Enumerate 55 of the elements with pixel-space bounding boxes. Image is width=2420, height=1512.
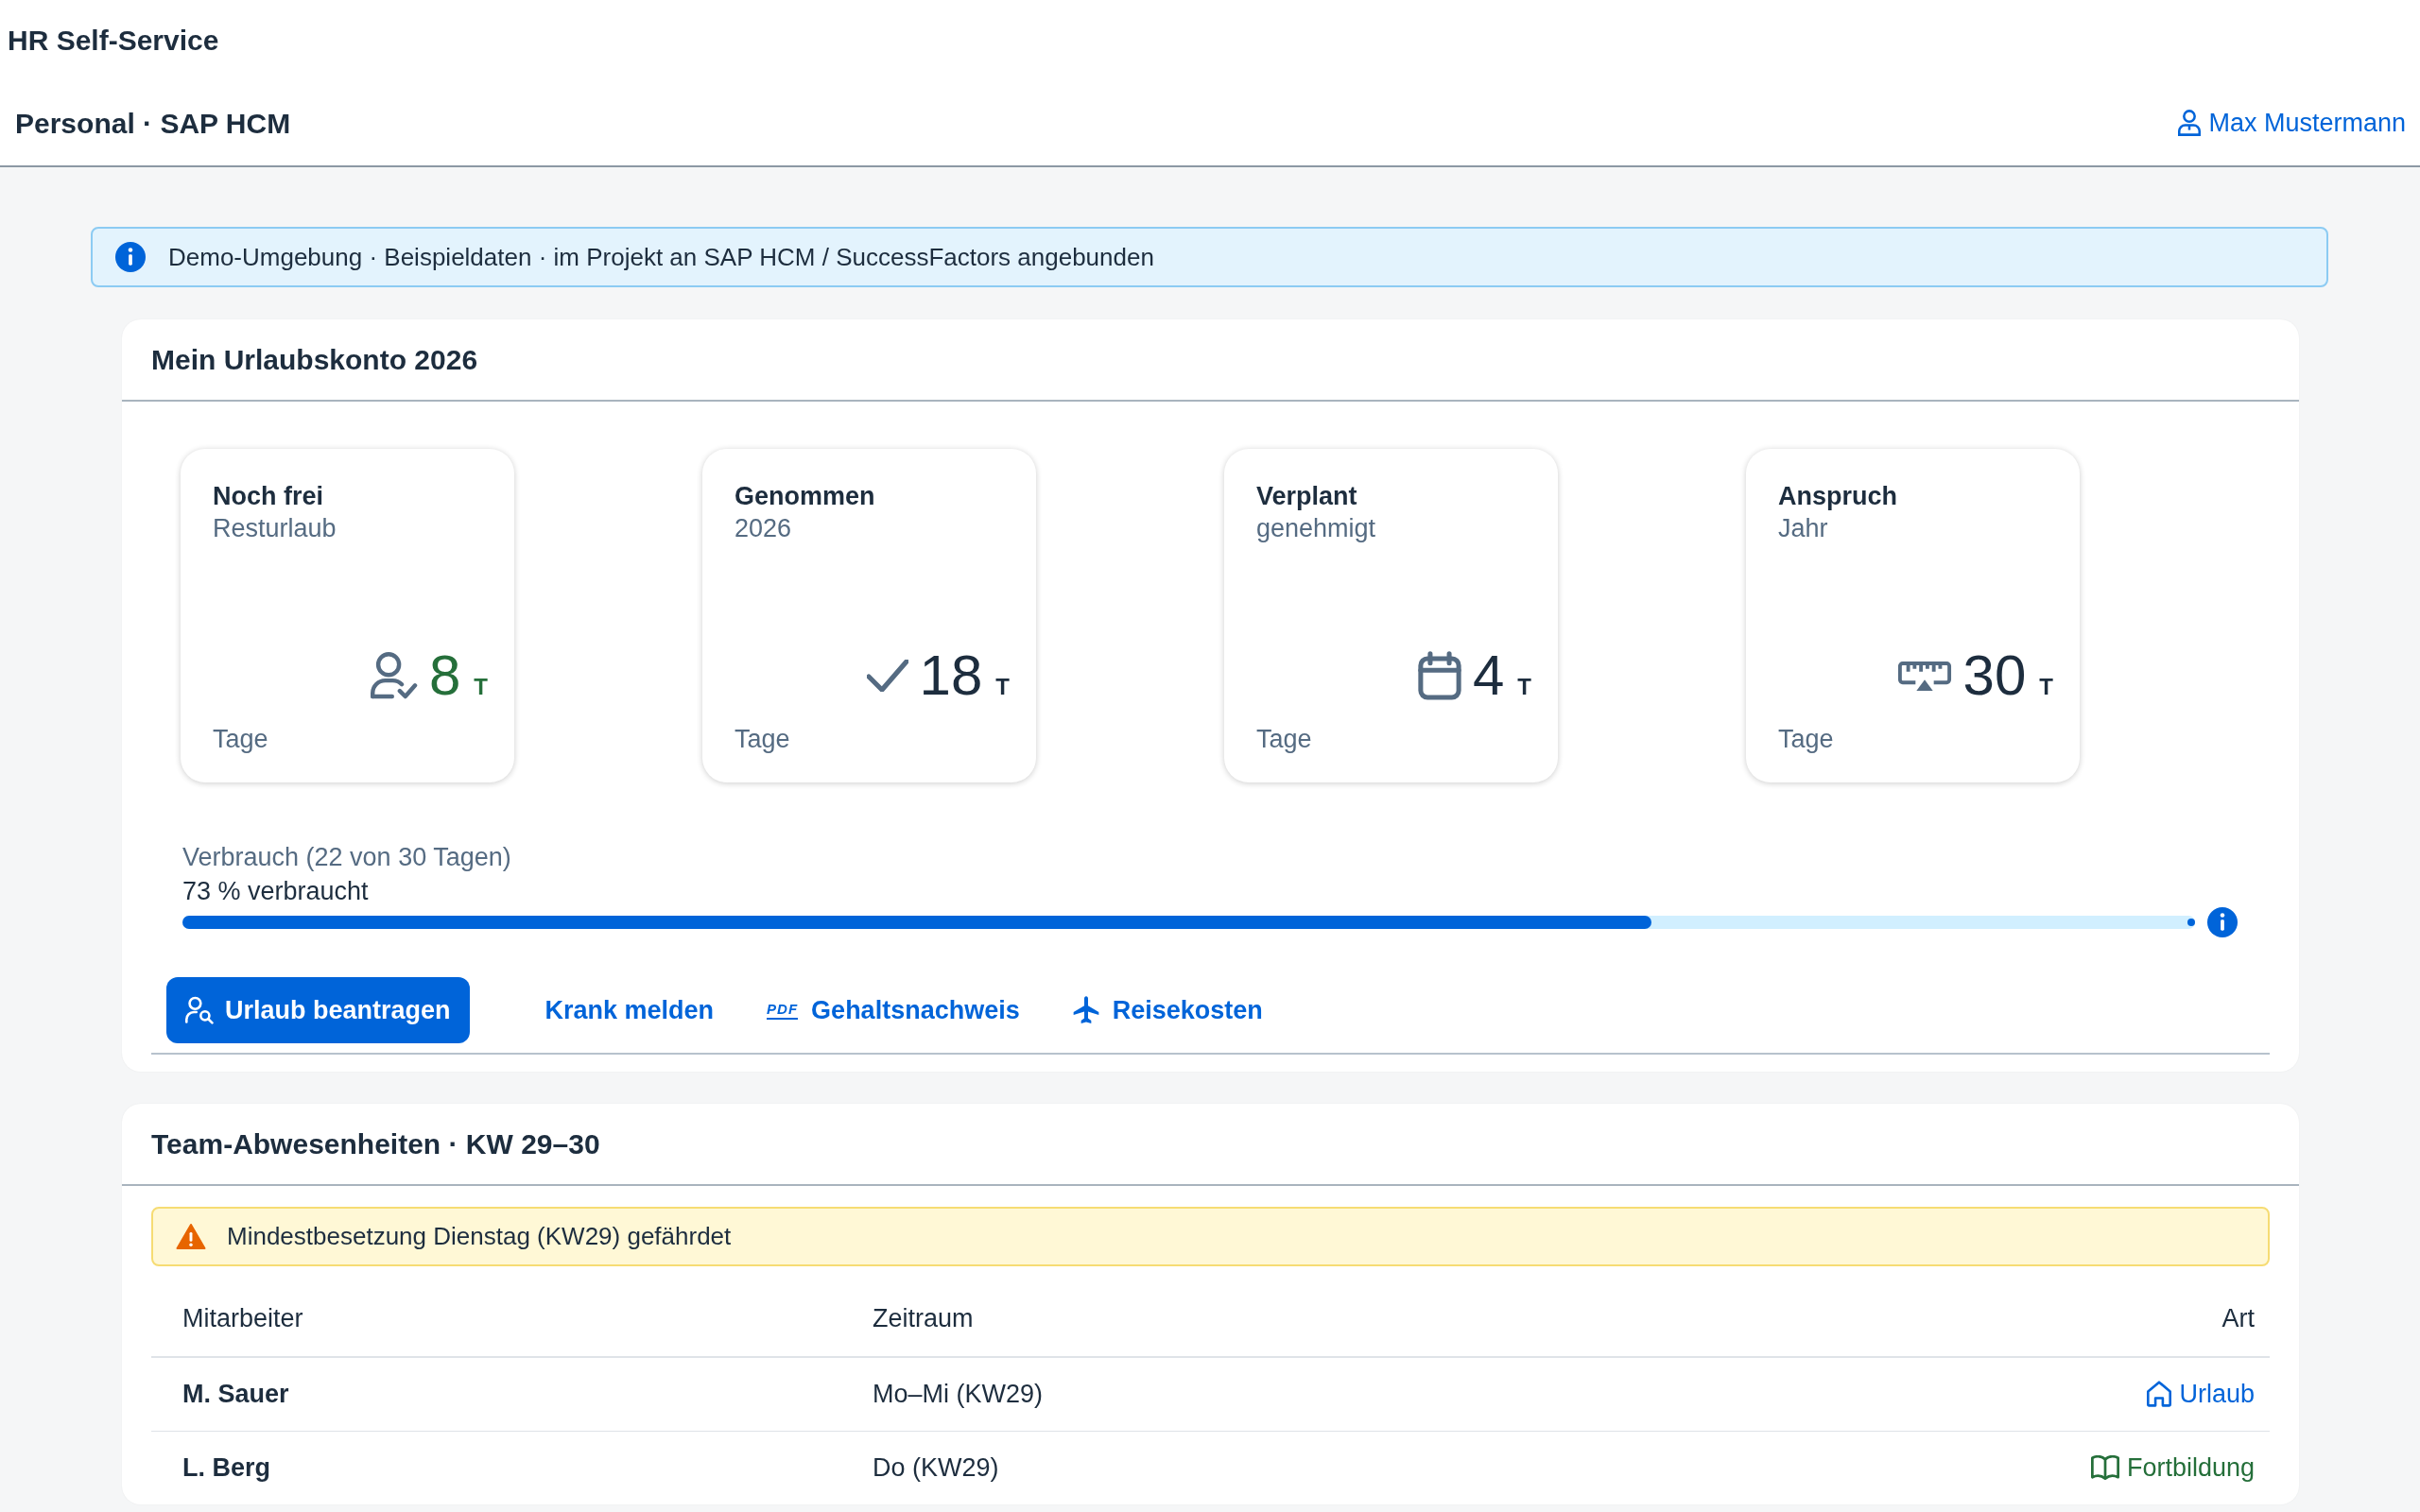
request-leave-button[interactable]: Urlaub beantragen — [166, 977, 470, 1043]
usage-label: Verbrauch (22 von 30 Tagen) — [182, 842, 512, 873]
absence-type-label: Urlaub — [2147, 1375, 2255, 1414]
airplane-icon — [1072, 996, 1099, 1024]
usage-reading: 73 % verbraucht — [182, 876, 370, 907]
ruler-icon — [1896, 660, 1952, 692]
tile-subtitle: genehmigt — [1256, 513, 1377, 543]
tile-subtitle: 2026 — [735, 513, 793, 543]
end-dot-icon — [2187, 919, 2195, 926]
tile-title: Noch frei — [213, 481, 325, 512]
tile-footer: Tage — [213, 720, 488, 758]
card-title: Mein Urlaubskonto 2026 — [151, 343, 478, 377]
tile-subtitle: Jahr — [1778, 513, 1829, 543]
info-icon[interactable] — [2207, 907, 2238, 937]
app-title: HR Self-Service — [8, 24, 219, 58]
tile-unit: T — [474, 676, 488, 698]
warning-icon — [176, 1223, 206, 1250]
book-icon — [2090, 1455, 2119, 1481]
tile-unit: T — [2039, 676, 2053, 698]
column-header: Zeitraum — [841, 1281, 1778, 1357]
tile-value: 8 — [428, 647, 461, 704]
absence-type-label: Fortbildung — [2090, 1449, 2255, 1487]
table-cell: Mo–Mi (KW29) — [841, 1357, 1778, 1431]
tile-title: Genommen — [735, 481, 876, 512]
tile-subtitle: Resturlaub — [213, 513, 337, 543]
action-link[interactable]: Krank melden — [544, 990, 715, 1030]
warning-text: Mindestbesetzung Dienstag (KW29) gefährdet — [227, 1221, 732, 1252]
person-check-icon — [370, 652, 418, 699]
calendar-icon — [1417, 651, 1461, 700]
tile-footer: Tage — [735, 720, 1010, 758]
page-title: Personal · SAP HCM — [15, 106, 291, 141]
tile-unit: T — [995, 676, 1010, 698]
column-header: Mitarbeiter — [151, 1281, 841, 1357]
column-header: Art — [1778, 1281, 2270, 1357]
checkmark-icon — [866, 660, 908, 692]
info-icon — [115, 242, 146, 272]
user-icon — [2178, 110, 2202, 136]
tile-title: Verplant — [1256, 481, 1358, 512]
tile-unit: T — [1517, 676, 1531, 698]
user-link[interactable]: Max Mustermann — [2178, 103, 2406, 143]
tile-title: Anspruch — [1778, 481, 1898, 512]
table-cell: M. Sauer — [151, 1357, 841, 1431]
tile-footer: Tage — [1256, 720, 1531, 758]
card-title: Team-Abwesenheiten · KW 29–30 — [151, 1127, 600, 1161]
tile-value: 4 — [1472, 647, 1505, 704]
info-text: Demo-Umgebung · Beispieldaten · im Projekt an SAP HCM / SuccessFactors angebunden — [168, 241, 1154, 273]
tile-footer: Tage — [1778, 720, 2053, 758]
tile-value: 18 — [919, 647, 983, 704]
action-link[interactable]: PDF Gehaltsnachweis — [767, 990, 1020, 1030]
house-icon — [2147, 1381, 2172, 1408]
table-cell: L. Berg — [151, 1431, 841, 1504]
tile-value: 30 — [1962, 647, 2027, 704]
person-search-icon — [185, 996, 214, 1024]
table-cell: Do (KW29) — [841, 1431, 1778, 1504]
action-link[interactable]: Reisekosten — [1072, 990, 1263, 1030]
